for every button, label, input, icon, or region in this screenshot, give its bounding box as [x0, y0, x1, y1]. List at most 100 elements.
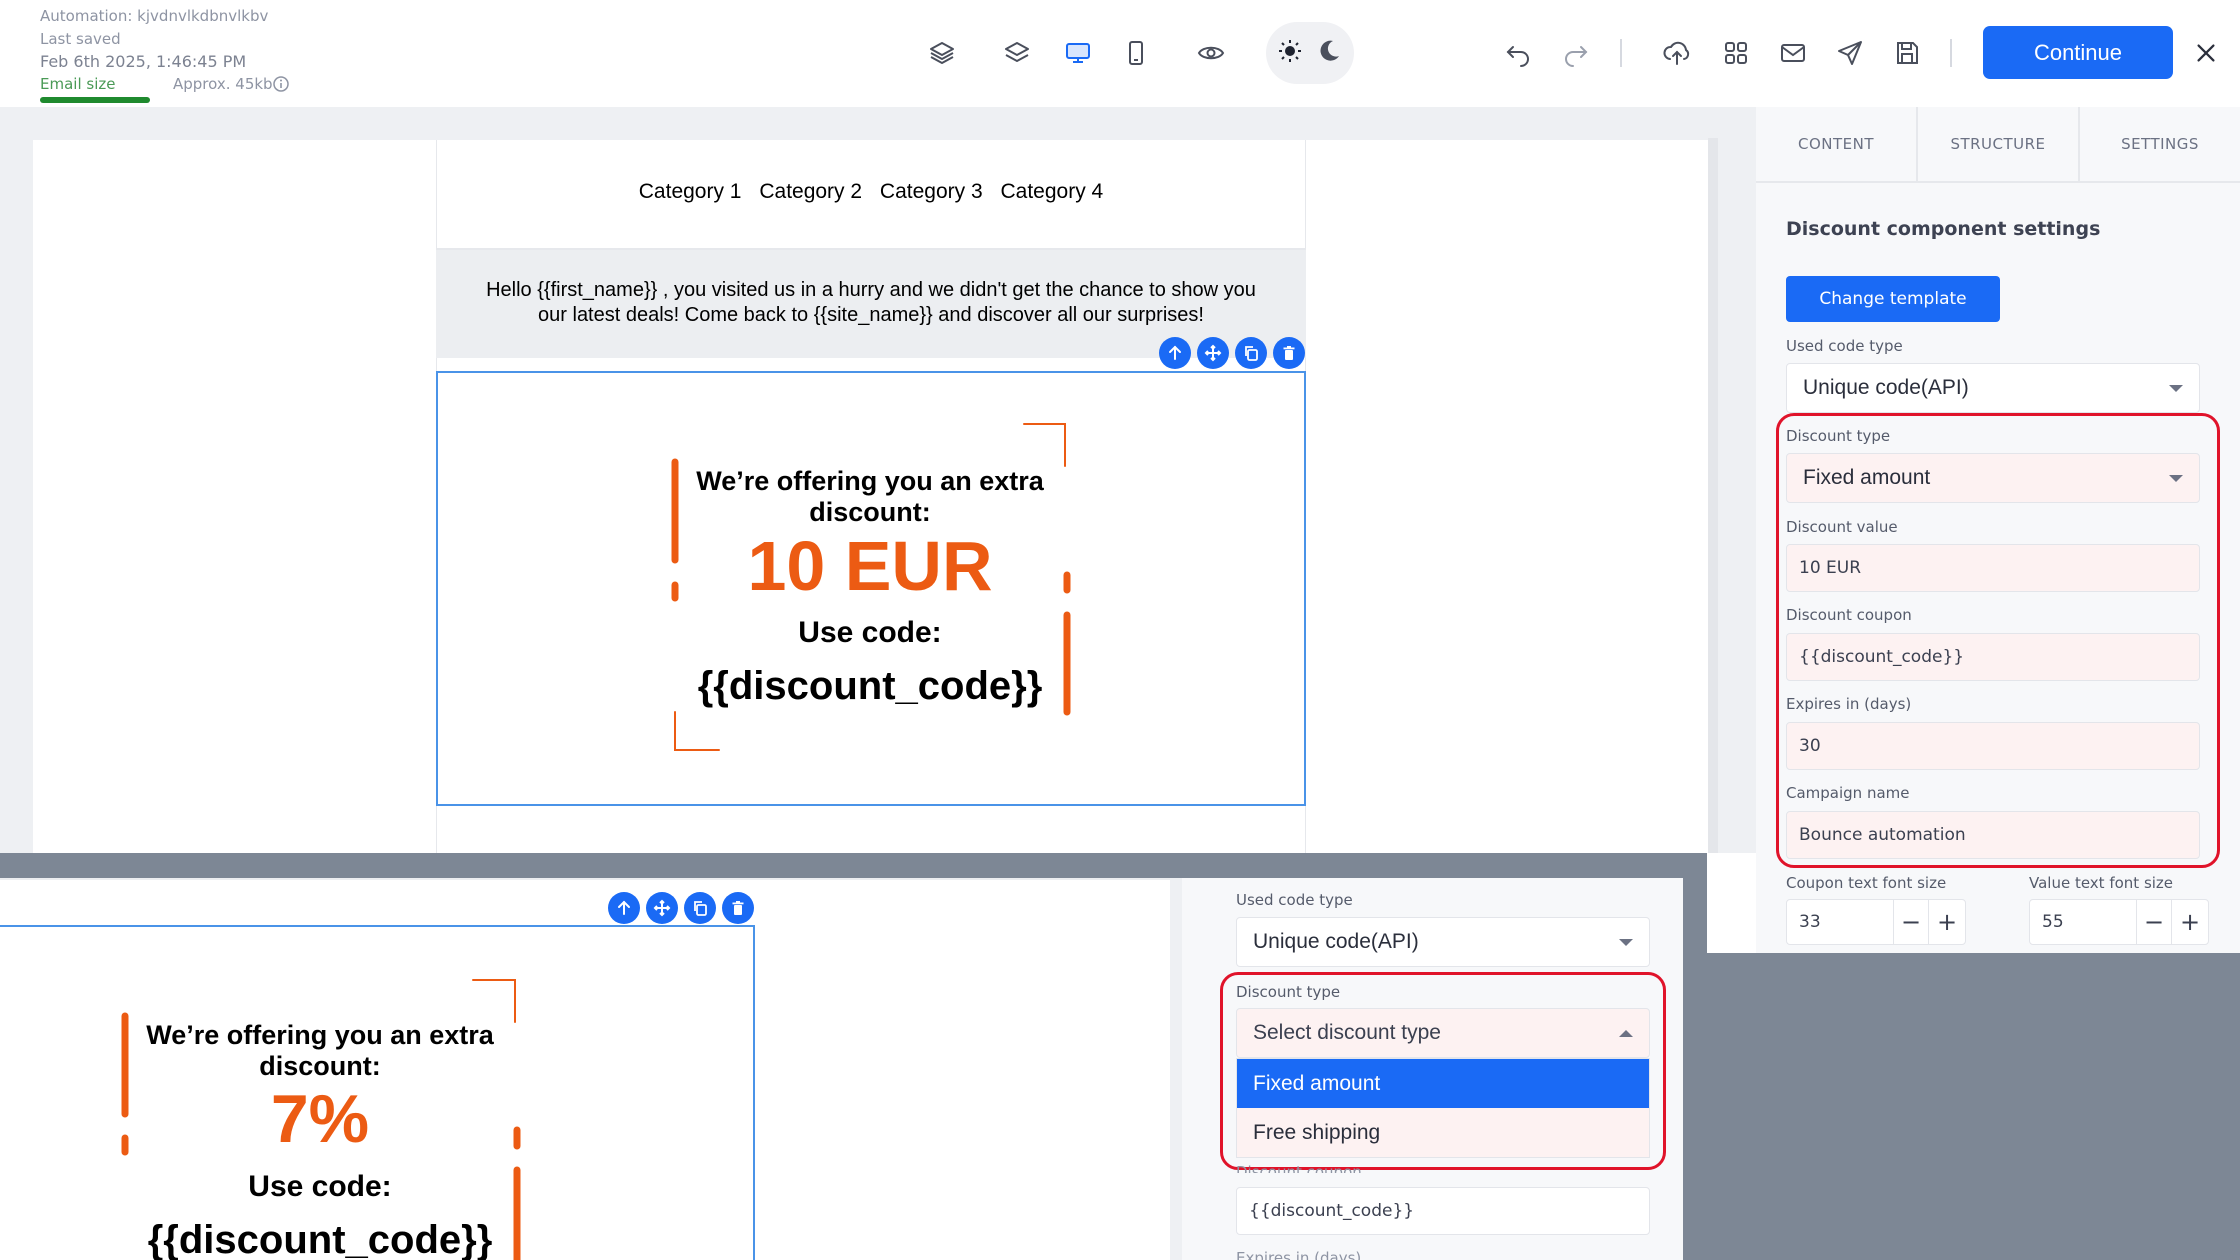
layers-icon[interactable] — [997, 33, 1037, 73]
use-code-label: Use code: — [798, 616, 942, 649]
panel-title: Discount component settings — [1786, 218, 2101, 240]
category-link[interactable]: Category 3 — [880, 180, 983, 203]
select-value: Unique code(API) — [1803, 376, 1969, 399]
last-saved-label: Last saved — [40, 30, 121, 48]
continue-button[interactable]: Continue — [1983, 26, 2173, 79]
move-up-icon[interactable] — [608, 892, 640, 924]
last-saved-date: Feb 6th 2025, 1:46:45 PM — [40, 52, 247, 71]
panel-tabs: CONTENT STRUCTURE SETTINGS — [1756, 107, 2240, 183]
email-size-label: Email size — [40, 75, 116, 93]
used-code-type-label: Used code type — [1786, 337, 1903, 355]
sun-icon[interactable] — [1270, 31, 1310, 71]
duplicate-icon[interactable] — [684, 892, 716, 924]
inset-discount-type-label: Discount type — [1236, 983, 1341, 1001]
automation-name: Automation: kjvdnvlkdbnvlkbv — [40, 7, 269, 25]
campaign-name-label: Campaign name — [1786, 784, 1910, 802]
info-icon[interactable] — [272, 75, 290, 93]
select-value: Unique code(API) — [1253, 930, 1419, 953]
dropdown-option-fixed-amount[interactable]: Fixed amount — [1237, 1059, 1649, 1108]
delete-icon[interactable] — [1273, 337, 1305, 369]
expires-label: Expires in (days) — [1786, 695, 1912, 713]
canvas-scrollbar[interactable] — [1708, 138, 1718, 853]
drag-move-icon[interactable] — [646, 892, 678, 924]
value-font-increase-button[interactable]: + — [2171, 899, 2209, 945]
desktop-icon[interactable] — [1058, 33, 1098, 73]
offer-headline: We’re offering you an extra discount: — [660, 466, 1080, 528]
value-font-size-input[interactable]: 55 — [2029, 899, 2137, 945]
toolbar-divider — [1950, 39, 1952, 67]
inset-expires-label: Expires in (days) — [1236, 1249, 1362, 1260]
inset-used-code-type-label: Used code type — [1236, 891, 1353, 909]
inset-background — [1707, 953, 2240, 1260]
category-link[interactable]: Category 1 — [639, 180, 742, 203]
category-link[interactable]: Category 4 — [1001, 180, 1104, 203]
undo-icon[interactable] — [1498, 33, 1538, 73]
coupon-font-size-input[interactable]: 33 — [1786, 899, 1894, 945]
coupon-font-decrease-button[interactable]: − — [1893, 899, 1929, 945]
inset-discount-coupon-label: Discount coupon — [1236, 1163, 1362, 1173]
discount-type-select[interactable]: Fixed amount — [1786, 453, 2200, 503]
used-code-type-select[interactable]: Unique code(API) — [1786, 363, 2200, 413]
inset-discount-value: 7% — [270, 1081, 370, 1157]
preview-eye-icon[interactable] — [1191, 33, 1231, 73]
move-up-icon[interactable] — [1159, 337, 1191, 369]
discount-value-text: 10 EUR — [747, 527, 993, 605]
select-value: Fixed amount — [1803, 466, 1931, 489]
tab-structure[interactable]: STRUCTURE — [1918, 107, 2080, 181]
greeting-line: Hello {{first_name}} , you visited us in… — [486, 279, 1256, 301]
inset-divider — [0, 878, 1170, 880]
mobile-icon[interactable] — [1116, 33, 1156, 73]
expires-input[interactable]: 30 — [1786, 722, 2200, 770]
grid-icon[interactable] — [1716, 33, 1756, 73]
value-font-size-label: Value text font size — [2029, 874, 2174, 892]
inset-used-code-type-select[interactable]: Unique code(API) — [1236, 917, 1650, 967]
upload-icon[interactable] — [1657, 33, 1697, 73]
tab-content[interactable]: CONTENT — [1756, 107, 1918, 181]
inset-offer-headline: We’re offering you an extra discount: — [110, 1020, 530, 1082]
tab-settings[interactable]: SETTINGS — [2080, 107, 2240, 181]
chevron-down-icon — [2169, 384, 2183, 392]
campaign-name-input[interactable]: Bounce automation — [1786, 811, 2200, 859]
chevron-up-icon — [1619, 1029, 1633, 1037]
email-size-value: Approx. 45kb — [173, 75, 273, 93]
email-size-bar — [40, 97, 150, 103]
dropdown-option-free-shipping[interactable]: Free shipping — [1237, 1108, 1649, 1157]
drag-move-icon[interactable] — [1197, 337, 1229, 369]
chevron-down-icon — [1619, 938, 1633, 946]
coupon-font-size-label: Coupon text font size — [1786, 874, 1947, 892]
coupon-font-increase-button[interactable]: + — [1928, 899, 1966, 945]
discount-value-label: Discount value — [1786, 518, 1898, 536]
inset-discount-code: {{discount_code}} — [147, 1218, 493, 1260]
close-icon[interactable] — [2186, 33, 2226, 73]
offer-line: discount: — [809, 497, 931, 527]
block-toolbar — [1159, 337, 1305, 369]
category-link[interactable]: Category 2 — [759, 180, 862, 203]
greeting-text: Hello {{first_name}} , you visited us in… — [476, 278, 1266, 328]
send-icon[interactable] — [1830, 33, 1870, 73]
change-template-button[interactable]: Change template — [1786, 276, 2000, 322]
discount-type-label: Discount type — [1786, 427, 1891, 445]
duplicate-icon[interactable] — [1235, 337, 1267, 369]
chevron-down-icon — [2169, 474, 2183, 482]
value-font-decrease-button[interactable]: − — [2136, 899, 2172, 945]
offer-line: discount: — [259, 1051, 381, 1081]
discount-code-text: {{discount_code}} — [697, 664, 1043, 708]
offer-line: We’re offering you an extra — [146, 1020, 494, 1050]
category-menu: Category 1 Category 2 Category 3 Categor… — [436, 180, 1306, 204]
select-placeholder: Select discount type — [1253, 1021, 1441, 1044]
toolbar-divider — [1620, 39, 1622, 67]
discount-coupon-input[interactable]: {{discount_code}} — [1786, 633, 2200, 681]
save-icon[interactable] — [1887, 33, 1927, 73]
offer-line: We’re offering you an extra — [696, 466, 1044, 496]
redo-icon[interactable] — [1556, 33, 1596, 73]
inset-use-code-label: Use code: — [248, 1170, 392, 1203]
delete-icon[interactable] — [722, 892, 754, 924]
greeting-line: our latest deals! Come back to {{site_na… — [538, 304, 1204, 326]
discount-coupon-label: Discount coupon — [1786, 606, 1912, 624]
inset-discount-type-select[interactable]: Select discount type — [1236, 1008, 1650, 1058]
mail-icon[interactable] — [1773, 33, 1813, 73]
layers-stack-icon[interactable] — [922, 33, 962, 73]
moon-icon[interactable] — [1309, 31, 1349, 71]
inset-discount-coupon-input[interactable]: {{discount_code}} — [1236, 1187, 1650, 1235]
discount-value-input[interactable]: 10 EUR — [1786, 544, 2200, 592]
